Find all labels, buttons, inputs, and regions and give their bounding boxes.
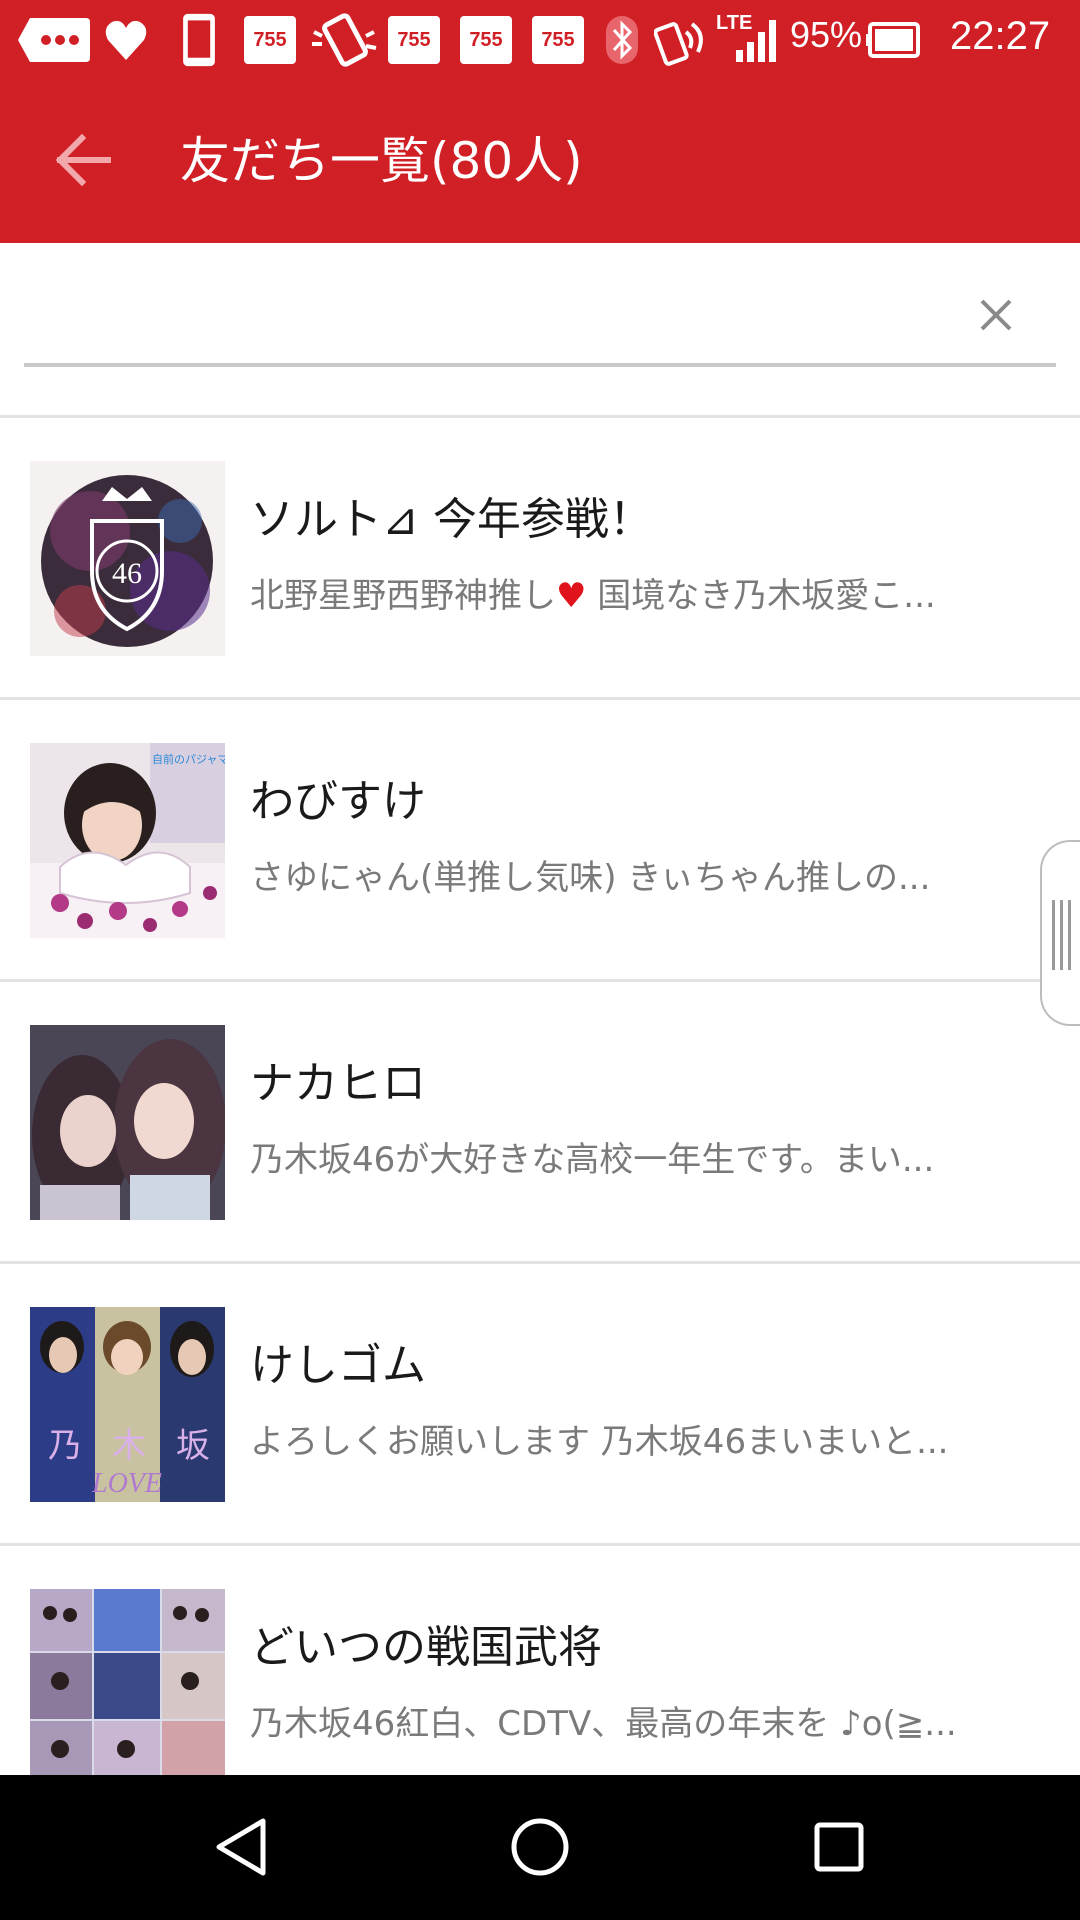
- close-icon: [980, 299, 1012, 331]
- avatar[interactable]: 自前のパジャマで: [30, 743, 225, 938]
- search-underline: [24, 363, 1056, 367]
- page-title: 友だち一覧(80人): [180, 132, 583, 190]
- friend-row[interactable]: 46 ソルト⊿ 今年参戦！ 北野星野西野神推し♥ 国境なき乃木坂愛こ...: [0, 415, 1080, 697]
- friend-row[interactable]: ナカヒロ 乃木坂46が大好きな高校一年生です。まい...: [0, 979, 1080, 1261]
- friend-bio: 乃木坂46が大好きな高校一年生です。まい...: [250, 1140, 935, 1180]
- clear-search-button[interactable]: [968, 287, 1024, 343]
- heart-icon: [105, 20, 147, 60]
- avatar-badge-text: 46: [112, 557, 142, 590]
- triangle-back-icon: [216, 1818, 266, 1876]
- avatar-kanji-text: 木: [112, 1426, 146, 1466]
- battery-percent: 95%: [790, 14, 863, 55]
- friend-name: どいつの戦国武将: [250, 1622, 602, 1673]
- friend-bio: よろしくお願いします 乃木坂46まいまいと...: [250, 1422, 949, 1462]
- avatar-caption-text: 自前のパジャマで: [152, 752, 225, 766]
- friend-name: けしゴム: [250, 1340, 426, 1391]
- avatar-image: 乃 木 坂 LOVE: [30, 1307, 225, 1502]
- avatar[interactable]: [30, 1589, 225, 1775]
- nfc-icon: [654, 22, 703, 66]
- square-recents-icon: [814, 1822, 864, 1872]
- avatar[interactable]: 乃 木 坂 LOVE: [30, 1307, 225, 1502]
- nav-back-button[interactable]: [186, 1795, 296, 1899]
- friend-bio: 北野星野西野神推し♥ 国境なき乃木坂愛こ...: [250, 574, 1030, 618]
- friend-row[interactable]: 自前のパジャマで わびすけ さゆにゃん(単推し気味) きぃちゃん推しの...: [0, 697, 1080, 979]
- signal-icon: [736, 20, 776, 62]
- avatar-image: 46: [30, 461, 225, 656]
- friend-name: わびすけ: [250, 776, 426, 827]
- avatar-kanji-text: 坂: [176, 1426, 210, 1466]
- app-toolbar: 友だち一覧(80人): [0, 80, 1080, 243]
- friend-name: ソルト⊿ 今年参戦！: [250, 494, 653, 545]
- phone-icon: [183, 13, 215, 67]
- search-input[interactable]: [26, 293, 946, 357]
- 755-app-icon: 755: [532, 16, 584, 64]
- friend-bio-text: 国境なき乃木坂愛こ...: [586, 576, 936, 616]
- 755-app-icon: 755: [244, 16, 296, 64]
- friend-row[interactable]: どいつの戦国武将 乃木坂46紅白、CDTV、最高の年末を ♪o(≧...: [0, 1543, 1080, 1775]
- side-panel-handle[interactable]: [1040, 840, 1080, 1026]
- battery-icon: [866, 22, 920, 58]
- friend-bio: さゆにゃん(単推し気味) きぃちゃん推しの...: [250, 858, 931, 898]
- friend-bio: 乃木坂46紅白、CDTV、最高の年末を ♪o(≧...: [250, 1704, 957, 1744]
- avatar-image: 自前のパジャマで: [30, 743, 225, 938]
- avatar[interactable]: [30, 1025, 225, 1220]
- friend-name: ナカヒロ: [250, 1058, 426, 1109]
- clock: 22:27: [950, 14, 1051, 58]
- circle-home-icon: [511, 1818, 569, 1876]
- friend-bio-text: 北野星野西野神推し: [250, 576, 556, 616]
- chat-bubble-icon: [18, 18, 90, 62]
- bluetooth-icon: [606, 16, 638, 64]
- heart-icon: ♥: [556, 576, 587, 616]
- navigation-bar: [0, 1775, 1080, 1920]
- avatar[interactable]: 46: [30, 461, 225, 656]
- nav-recents-button[interactable]: [784, 1795, 894, 1899]
- avatar-love-text: LOVE: [91, 1468, 162, 1499]
- 755-app-icon: 755: [388, 16, 440, 64]
- avatar-image: [30, 1589, 225, 1775]
- avatar-image: [30, 1025, 225, 1220]
- friend-list: 46 ソルト⊿ 今年参戦！ 北野星野西野神推し♥ 国境なき乃木坂愛こ... 自前…: [0, 415, 1080, 1775]
- avatar-kanji-text: 乃: [48, 1426, 82, 1466]
- search-area: [0, 243, 1080, 417]
- 755-app-icon: 755: [460, 16, 512, 64]
- nav-home-button[interactable]: [485, 1795, 595, 1899]
- friend-row[interactable]: 乃 木 坂 LOVE けしゴム よろしくお願いします 乃木坂46まいまいと...: [0, 1261, 1080, 1543]
- arrow-left-icon: [56, 134, 111, 186]
- vibrate-icon: [312, 13, 377, 67]
- status-bar: 755 755 755 755 LTE 95% 22:27: [0, 0, 1080, 80]
- back-button[interactable]: [40, 120, 128, 200]
